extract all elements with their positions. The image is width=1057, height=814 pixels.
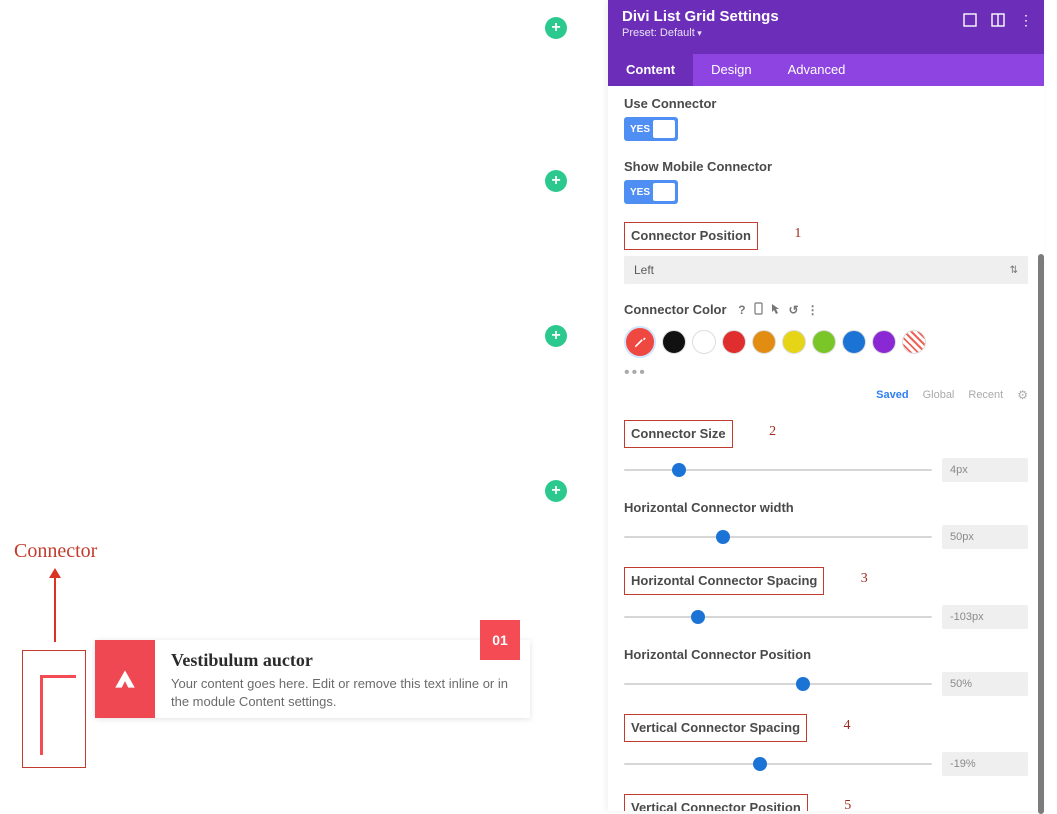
panel-tabs: Content Design Advanced — [608, 54, 1044, 86]
hover-icon[interactable] — [771, 303, 781, 318]
connector-size-label: Connector Size — [631, 426, 726, 441]
panel-header-actions: ⋮ — [962, 12, 1034, 28]
annotation-num-2: 2 — [769, 420, 776, 440]
swatch-purple[interactable] — [872, 330, 896, 354]
setting-connector-color: Connector Color ? ↺ ⋮ — [624, 302, 1028, 402]
tab-design[interactable]: Design — [693, 54, 769, 86]
setting-h-position: Horizontal Connector Position 50% — [624, 647, 1028, 696]
h-width-slider[interactable] — [624, 536, 932, 538]
h-spacing-value[interactable]: -103px — [942, 605, 1028, 629]
panel-header: Divi List Grid Settings Preset: Default … — [608, 0, 1044, 54]
h-spacing-slider[interactable] — [624, 616, 932, 618]
expand-icon[interactable] — [962, 12, 978, 28]
setting-connector-size: Connector Size 2 4px — [624, 420, 1028, 482]
h-position-slider[interactable] — [624, 683, 932, 685]
swatch-transparent[interactable] — [902, 330, 926, 354]
h-position-label: Horizontal Connector Position — [624, 647, 1028, 662]
card-description: Your content goes here. Edit or remove t… — [171, 675, 514, 711]
plus-icon: + — [551, 327, 560, 345]
connector-position-value: Left — [634, 263, 654, 277]
v-spacing-label: Vertical Connector Spacing — [631, 720, 800, 735]
use-connector-toggle[interactable]: YES — [624, 117, 678, 141]
chevron-updown-icon: ⇅ — [1010, 265, 1018, 276]
annotation-arrow — [54, 570, 56, 642]
annotation-num-5: 5 — [844, 794, 851, 811]
connector-color-label: Connector Color ? ↺ ⋮ — [624, 302, 1028, 318]
h-width-value[interactable]: 50px — [942, 525, 1028, 549]
more-icon[interactable]: ⋮ — [807, 303, 819, 317]
v-spacing-value[interactable]: -19% — [942, 752, 1028, 776]
h-width-label: Horizontal Connector width — [624, 500, 1028, 515]
setting-h-spacing: Horizontal Connector Spacing 3 -103px — [624, 567, 1028, 629]
setting-v-position: Vertical Connector Position 5 49px — [624, 794, 1028, 811]
v-spacing-slider[interactable] — [624, 763, 932, 765]
setting-connector-position: Connector Position 1 Left ⇅ — [624, 222, 1028, 284]
reset-icon[interactable]: ↺ — [789, 303, 799, 317]
plus-icon: + — [551, 19, 560, 37]
swatch-picker[interactable] — [624, 326, 656, 358]
use-connector-label: Use Connector — [624, 96, 1028, 111]
annotation-connector-label: Connector — [14, 540, 97, 563]
panel-body: Use Connector YES Show Mobile Connector … — [608, 86, 1044, 811]
connector-size-value[interactable]: 4px — [942, 458, 1028, 482]
connector-position-label: Connector Position — [631, 228, 751, 243]
swatch-yellow[interactable] — [782, 330, 806, 354]
mobile-icon[interactable] — [754, 302, 763, 318]
h-spacing-label: Horizontal Connector Spacing — [631, 573, 817, 588]
swatch-orange[interactable] — [752, 330, 776, 354]
swatch-blue[interactable] — [842, 330, 866, 354]
more-icon[interactable]: ⋮ — [1018, 12, 1034, 28]
palette-tab-global[interactable]: Global — [923, 389, 955, 401]
annotation-num-4: 4 — [844, 714, 851, 734]
setting-use-connector: Use Connector YES — [624, 96, 1028, 141]
show-mobile-toggle[interactable]: YES — [624, 180, 678, 204]
card-number-badge: 01 — [480, 620, 520, 660]
list-item-card[interactable]: 01 Vestibulum auctor Your content goes h… — [95, 640, 530, 718]
connector-position-select[interactable]: Left ⇅ — [624, 256, 1028, 284]
color-swatches — [624, 326, 1028, 358]
plus-icon: + — [551, 482, 560, 500]
settings-panel: Divi List Grid Settings Preset: Default … — [608, 0, 1044, 811]
setting-v-spacing: Vertical Connector Spacing 4 -19% — [624, 714, 1028, 776]
scrollbar[interactable] — [1038, 254, 1044, 814]
show-mobile-label: Show Mobile Connector — [624, 159, 1028, 174]
v-position-label: Vertical Connector Position — [631, 800, 801, 811]
palette-tab-recent[interactable]: Recent — [968, 389, 1003, 401]
add-section-button[interactable]: + — [545, 170, 567, 192]
columns-icon[interactable] — [990, 12, 1006, 28]
card-title: Vestibulum auctor — [171, 650, 514, 671]
add-section-button[interactable]: + — [545, 17, 567, 39]
swatch-green[interactable] — [812, 330, 836, 354]
builder-canvas: + + + + Connector 01 Vestibulum auctor Y… — [0, 0, 608, 811]
annotation-num-3: 3 — [861, 567, 868, 587]
palette-settings-icon[interactable]: ⚙ — [1017, 388, 1028, 402]
connector-preview — [40, 675, 76, 755]
tab-content[interactable]: Content — [608, 54, 693, 86]
card-logo-icon — [95, 640, 155, 718]
setting-show-mobile: Show Mobile Connector YES — [624, 159, 1028, 204]
setting-h-width: Horizontal Connector width 50px — [624, 500, 1028, 549]
tab-advanced[interactable]: Advanced — [770, 54, 864, 86]
card-body: Vestibulum auctor Your content goes here… — [155, 640, 530, 718]
preset-dropdown[interactable]: Preset: Default — [622, 27, 1030, 39]
h-position-value[interactable]: 50% — [942, 672, 1028, 696]
palette-tab-saved[interactable]: Saved — [876, 389, 908, 401]
add-section-button[interactable]: + — [545, 325, 567, 347]
swatch-red[interactable] — [722, 330, 746, 354]
add-section-button[interactable]: + — [545, 480, 567, 502]
plus-icon: + — [551, 172, 560, 190]
annotation-num-1: 1 — [794, 222, 801, 242]
connector-size-slider[interactable] — [624, 469, 932, 471]
more-swatches[interactable]: ••• — [624, 364, 1028, 382]
help-icon[interactable]: ? — [738, 303, 745, 317]
swatch-white[interactable] — [692, 330, 716, 354]
palette-tabs: Saved Global Recent ⚙ — [624, 388, 1028, 402]
swatch-black[interactable] — [662, 330, 686, 354]
